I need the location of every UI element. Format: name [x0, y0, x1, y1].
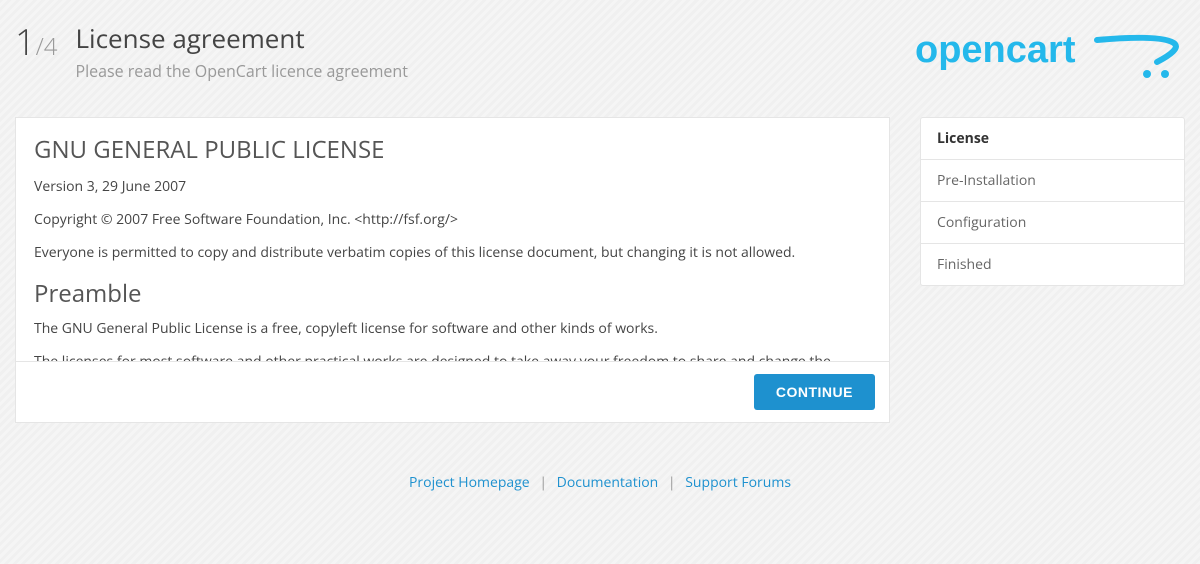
opencart-logo: opencart — [915, 20, 1185, 87]
step-license: License — [921, 118, 1184, 160]
button-bar: CONTINUE — [15, 362, 890, 423]
license-text-area[interactable]: GNU GENERAL PUBLIC LICENSE Version 3, 29… — [15, 117, 890, 362]
install-steps-list: License Pre-Installation Configuration F… — [920, 117, 1185, 286]
separator: | — [539, 473, 547, 492]
link-project-homepage[interactable]: Project Homepage — [409, 473, 530, 492]
step-total: /4 — [36, 30, 58, 63]
preamble-p2: The licenses for most software and other… — [34, 351, 871, 362]
step-indicator: 1/4 — [15, 20, 57, 60]
license-permission: Everyone is permitted to copy and distri… — [34, 242, 871, 263]
footer: Project Homepage | Documentation | Suppo… — [15, 473, 1185, 512]
link-support-forums[interactable]: Support Forums — [685, 473, 791, 492]
separator: | — [668, 473, 676, 492]
page-subtitle: Please read the OpenCart licence agreeme… — [75, 60, 407, 82]
page-title: License agreement — [75, 20, 407, 56]
license-heading: GNU GENERAL PUBLIC LICENSE — [34, 133, 871, 166]
step-configuration: Configuration — [921, 202, 1184, 244]
step-current: 1 — [15, 17, 36, 66]
license-version: Version 3, 29 June 2007 — [34, 176, 871, 197]
link-documentation[interactable]: Documentation — [557, 473, 659, 492]
step-pre-installation: Pre-Installation — [921, 160, 1184, 202]
continue-button[interactable]: CONTINUE — [754, 374, 875, 410]
svg-text:opencart: opencart — [915, 29, 1076, 71]
preamble-heading: Preamble — [34, 277, 871, 310]
step-finished: Finished — [921, 244, 1184, 285]
license-copyright: Copyright © 2007 Free Software Foundatio… — [34, 209, 871, 230]
preamble-p1: The GNU General Public License is a free… — [34, 318, 871, 339]
